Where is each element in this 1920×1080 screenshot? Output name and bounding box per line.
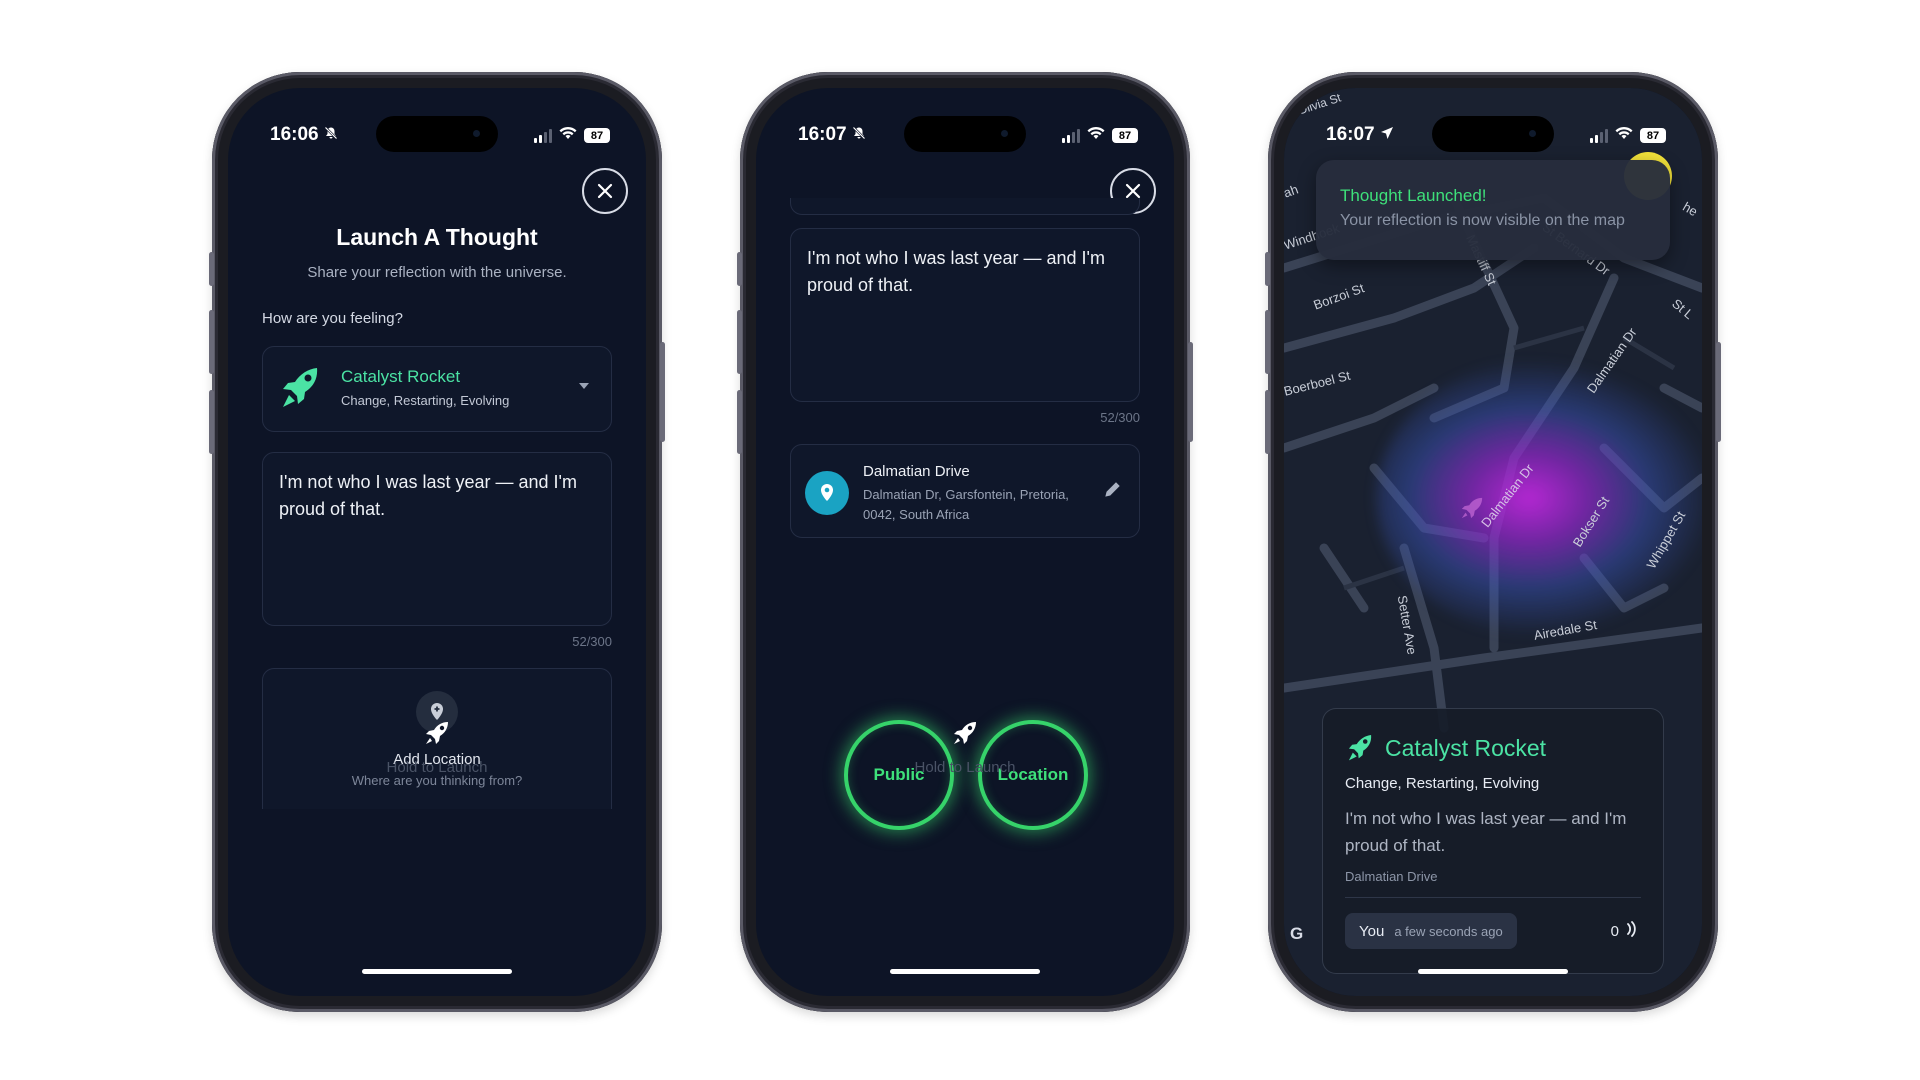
status-indicators: 87 — [1062, 126, 1138, 145]
location-name: Dalmatian Drive — [863, 463, 970, 480]
thought-input[interactable]: I'm not who I was last year — and I'm pr… — [262, 452, 612, 626]
toast-message: Your reflection is now visible on the ma… — [1340, 212, 1625, 229]
launch-screen: 16:06 87 Launch A Thought Share your ref… — [228, 88, 646, 996]
status-time: 16:07 — [798, 124, 866, 146]
map-screen: Olivia St ah he Windhoek Borzoi St Boerb… — [1284, 88, 1702, 996]
thought-detail-card[interactable]: Catalyst Rocket Change, Restarting, Evol… — [1322, 708, 1664, 974]
thought-text[interactable]: I'm not who I was last year — and I'm pr… — [279, 469, 581, 523]
mood-tags: Change, Restarting, Evolving — [1345, 775, 1540, 792]
page-title: Launch A Thought — [336, 224, 538, 250]
wifi-icon — [559, 126, 577, 145]
hold-to-launch-button[interactable]: Hold to Launch — [228, 720, 646, 776]
dynamic-island — [376, 116, 498, 152]
divider — [1345, 897, 1641, 898]
launch-screen-with-location: 16:07 87 I'm not who I was last year — a… — [756, 88, 1174, 996]
page-subtitle: Share your reflection with the universe. — [307, 264, 567, 281]
launch-success-toast: Thought Launched! Your reflection is now… — [1316, 160, 1670, 260]
mood-select-scrolled[interactable] — [790, 198, 1140, 215]
location-pin-icon — [805, 471, 849, 515]
thought-text[interactable]: I'm not who I was last year — and I'm pr… — [807, 245, 1109, 299]
echo-icon — [1625, 921, 1639, 941]
thought-input[interactable]: I'm not who I was last year — and I'm pr… — [790, 228, 1140, 402]
thought-text: I'm not who I was last year — and I'm pr… — [1345, 809, 1627, 855]
thought-glow — [1376, 358, 1702, 638]
location-arrow-icon — [1380, 124, 1394, 146]
location-address: Dalmatian Dr, Garsfontein, Pretoria, 004… — [863, 487, 1069, 522]
mood-name: Catalyst Rocket — [1385, 735, 1547, 761]
mood-select[interactable]: Catalyst Rocket Change, Restarting, Evol… — [262, 346, 612, 432]
map-provider-logo: G — [1290, 924, 1304, 943]
status-time: 16:07 — [1326, 124, 1394, 146]
echo-count[interactable]: 0 — [1611, 921, 1639, 941]
pencil-icon — [1105, 482, 1120, 497]
rocket-icon — [424, 722, 450, 750]
signal-icon — [1062, 128, 1080, 143]
hold-to-launch-label: Hold to Launch — [914, 759, 1016, 776]
mood-name: Catalyst Rocket — [341, 367, 461, 386]
phone-frame-3: Olivia St ah he Windhoek Borzoi St Boerb… — [1265, 72, 1721, 1012]
dynamic-island — [1432, 116, 1554, 152]
bell-muted-icon — [852, 124, 866, 146]
close-icon — [1125, 183, 1141, 199]
bell-muted-icon — [324, 124, 338, 146]
chevron-down-icon — [579, 383, 589, 389]
phone-frame-1: 16:06 87 Launch A Thought Share your ref… — [209, 72, 665, 1012]
status-time: 16:06 — [270, 124, 338, 146]
dynamic-island — [904, 116, 1026, 152]
signal-icon — [534, 128, 552, 143]
post-time: a few seconds ago — [1394, 923, 1503, 939]
status-indicators: 87 — [1590, 126, 1666, 145]
home-indicator — [362, 969, 512, 974]
wifi-icon — [1087, 126, 1105, 145]
edit-location-button[interactable] — [1103, 479, 1123, 504]
battery-icon: 87 — [584, 128, 610, 143]
home-indicator — [1418, 969, 1568, 974]
rocket-icon — [1345, 733, 1375, 768]
close-button[interactable] — [582, 168, 628, 214]
close-icon — [597, 183, 613, 199]
signal-icon — [1590, 128, 1608, 143]
mood-tags: Change, Restarting, Evolving — [341, 393, 510, 408]
status-indicators: 87 — [534, 126, 610, 145]
battery-icon: 87 — [1112, 128, 1138, 143]
author-name: You — [1359, 922, 1385, 940]
echo-count-value: 0 — [1610, 922, 1619, 940]
toast-title: Thought Launched! — [1340, 186, 1487, 205]
phone-frame-2: 16:07 87 I'm not who I was last year — a… — [737, 72, 1193, 1012]
thought-location: Dalmatian Drive — [1345, 869, 1438, 884]
wifi-icon — [1615, 126, 1633, 145]
hold-to-launch-label: Hold to Launch — [386, 759, 488, 776]
char-counter: 52/300 — [572, 634, 612, 649]
selected-location-card[interactable]: Dalmatian Drive Dalmatian Dr, Garsfontei… — [790, 444, 1140, 538]
feeling-label: How are you feeling? — [262, 310, 403, 327]
char-counter: 52/300 — [1100, 410, 1140, 425]
author-chip: You a few seconds ago — [1345, 913, 1517, 949]
rocket-icon — [279, 365, 321, 416]
hold-to-launch-button[interactable]: Hold to Launch — [756, 720, 1174, 776]
rocket-icon — [952, 722, 978, 750]
home-indicator — [890, 969, 1040, 974]
battery-icon: 87 — [1640, 128, 1666, 143]
